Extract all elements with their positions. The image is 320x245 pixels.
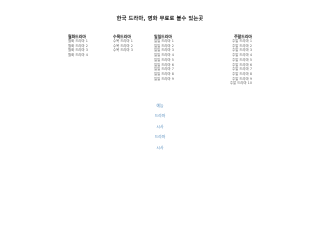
nav-link-current-affairs-2[interactable]: 시사 xyxy=(0,145,320,150)
bottom-nav: 예능 드라마 시사 드라마 시사 xyxy=(0,104,320,156)
drama-link[interactable]: 월화 드라마 4 xyxy=(68,53,88,58)
column-daily-drama: 일일드라마 일일 드라마 1 일일 드라마 2 일일 드라마 3 일일 드라마 … xyxy=(154,34,174,81)
drama-link[interactable]: 수목 드라마 3 xyxy=(113,48,133,53)
nav-link-drama[interactable]: 드라마 xyxy=(0,114,320,118)
drama-link[interactable]: 월화 드라마 1 xyxy=(68,39,88,44)
nav-link-current-affairs[interactable]: 시사 xyxy=(0,124,320,129)
drama-link[interactable]: 수목 드라마 1 xyxy=(113,39,133,44)
column-wed-thu-drama: 수목드라마 수목 드라마 1 수목 드라마 2 수목 드라마 3 xyxy=(113,34,133,53)
nav-link-entertainment[interactable]: 예능 xyxy=(0,104,320,108)
drama-link[interactable]: 주말 드라마 5 xyxy=(230,58,252,63)
drama-link[interactable]: 일일 드라마 5 xyxy=(154,58,174,63)
drama-link[interactable]: 일일 드라마 1 xyxy=(154,39,174,44)
drama-link[interactable]: 일일 드라마 9 xyxy=(154,77,174,82)
drama-link[interactable]: 주말 드라마 10 xyxy=(230,81,252,86)
drama-link[interactable]: 주말 드라마 1 xyxy=(230,39,252,44)
column-weekend-drama: 주말드라마 주말 드라마 1 주말 드라마 2 주말 드라마 3 주말 드라마 … xyxy=(230,34,252,86)
page-title: 한국 드라마, 영화 무료로 볼수 있는곳 xyxy=(116,16,204,22)
column-mon-tue-drama: 월화드라마 월화 드라마 1 월화 드라마 2 월화 드라마 3 월화 드라마 … xyxy=(68,34,88,58)
nav-link-drama-2[interactable]: 드라마 xyxy=(0,135,320,139)
drama-link[interactable]: 주말 드라마 8 xyxy=(230,72,252,77)
drama-link[interactable]: 일일 드라마 8 xyxy=(154,72,174,77)
